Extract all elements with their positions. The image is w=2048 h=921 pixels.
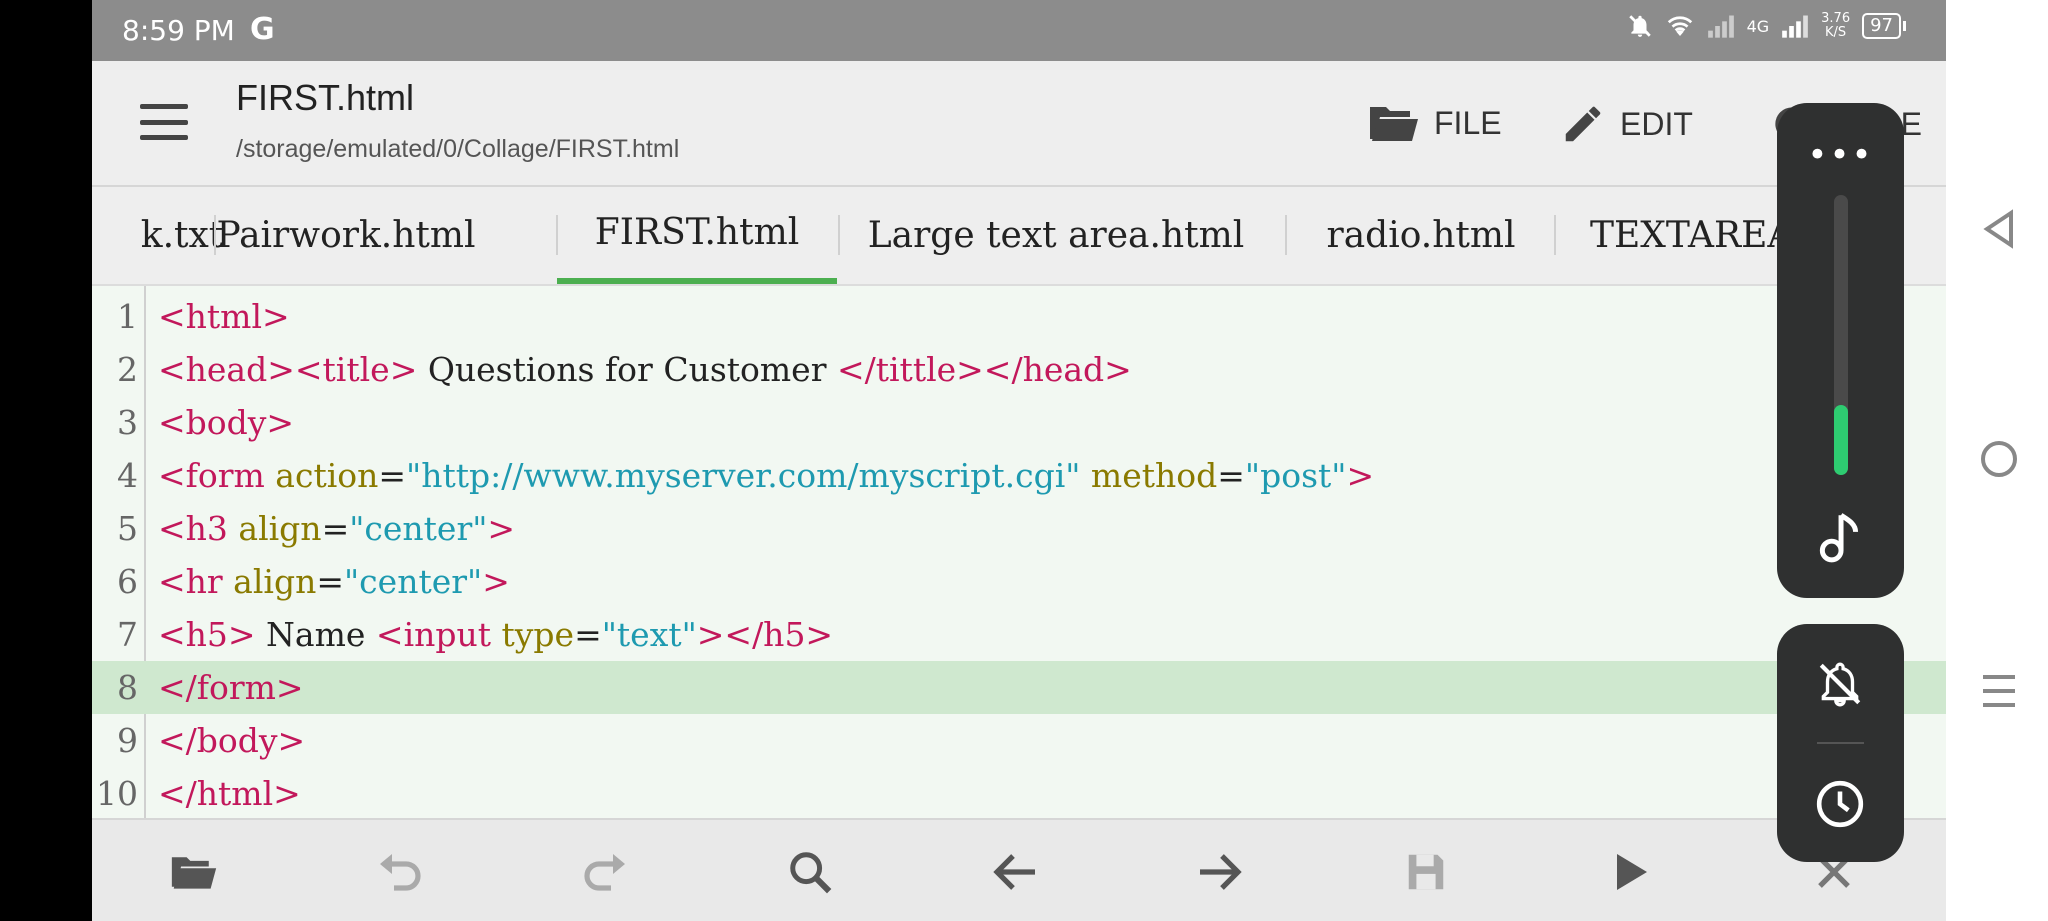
search-icon (790, 852, 832, 894)
battery-tip (1903, 21, 1906, 31)
code-text: </form> (158, 668, 304, 707)
bottom-toolbar (92, 818, 1946, 921)
status-bar: 8:59 PM G 4G 3.76 K/S 97 (92, 0, 1946, 61)
code-text: <form action="http://www.myserver.com/my… (158, 456, 1375, 495)
tab-pairwork-html[interactable]: Pairwork.html (216, 187, 476, 284)
code-text: <head><title> Questions for Customer </t… (158, 350, 1132, 389)
line-number: 7 (117, 615, 138, 654)
music-note-icon[interactable] (1810, 506, 1870, 566)
volume-slider[interactable] (1834, 195, 1848, 475)
arrow-right-icon (1200, 854, 1242, 890)
signal-icon-2 (1782, 15, 1808, 38)
undo-icon (380, 854, 421, 891)
more-options-icon[interactable]: ••• (1777, 135, 1904, 175)
code-text: <hr align="center"> (158, 562, 510, 601)
line-number: 9 (117, 721, 138, 760)
file-path: /storage/emulated/0/Collage/FIRST.html (236, 135, 680, 163)
code-line: 5 <h3 align="center"> (92, 502, 1946, 555)
code-line: 4 <form action="http://www.myserver.com/… (92, 449, 1946, 502)
bell-off-icon (1628, 15, 1651, 37)
code-line: 6 <hr align="center"> (92, 555, 1946, 608)
play-icon (1617, 854, 1647, 890)
battery-indicator: 97 (1862, 13, 1906, 39)
recents-button[interactable] (1976, 668, 2022, 714)
file-tabs: k.txt Pairwork.html FIRST.html Large tex… (92, 187, 1946, 286)
clock-icon (1816, 780, 1864, 828)
code-text: <h5> Name <input type="text"></h5> (158, 615, 834, 654)
tab-radio-html[interactable]: radio.html (1287, 187, 1555, 284)
folder-open-icon (171, 857, 217, 889)
home-button[interactable] (1976, 436, 2022, 482)
home-circle-icon (1981, 441, 2017, 477)
line-number: 1 (117, 297, 138, 336)
google-g-icon: G (250, 12, 275, 47)
line-number: 3 (117, 403, 138, 442)
ring-mute-button[interactable] (1810, 654, 1870, 714)
code-line: 1 <html> (92, 290, 1946, 343)
redo-icon (584, 854, 625, 891)
line-number: 4 (117, 456, 138, 495)
code-line: 3 <body> (92, 396, 1946, 449)
back-triangle-icon (1983, 209, 2013, 249)
back-button[interactable] (1976, 206, 2022, 252)
wifi-icon (1667, 16, 1692, 36)
file-label: FILE (1434, 104, 1502, 141)
folder-open-icon (1370, 107, 1418, 141)
menu-lines-icon (1983, 675, 2015, 707)
open-folder-button[interactable] (164, 842, 224, 902)
system-nav-bar (1946, 0, 2048, 921)
edit-button[interactable]: EDIT (1560, 101, 1693, 147)
status-icons: 4G 3.76 K/S 97 (1627, 12, 1906, 40)
sound-mode-panel (1777, 624, 1904, 862)
status-time: 8:59 PM (122, 14, 235, 47)
line-number: 2 (117, 350, 138, 389)
bell-off-icon (1819, 662, 1861, 707)
tab-large-text-area-html[interactable]: Large text area.html (840, 187, 1272, 284)
run-button[interactable] (1601, 842, 1661, 902)
code-text: </html> (158, 774, 301, 813)
line-number: 8 (117, 668, 138, 707)
edit-label: EDIT (1620, 105, 1693, 142)
signal-icon (1707, 15, 1734, 38)
tab-textarea[interactable]: TEXTAREA (1556, 187, 1806, 284)
undo-button[interactable] (370, 842, 430, 902)
app-screen: 8:59 PM G 4G 3.76 K/S 97 FIRST.html /sto… (92, 0, 1946, 921)
redo-button[interactable] (575, 842, 635, 902)
volume-level (1834, 405, 1848, 475)
code-line-current: 8 </form> (92, 661, 1946, 714)
code-text: </body> (158, 721, 306, 760)
volume-panel: ••• (1777, 103, 1904, 598)
save-icon (1408, 854, 1444, 890)
line-number: 6 (117, 562, 138, 601)
next-button[interactable] (1190, 842, 1250, 902)
page-title: FIRST.html (236, 77, 415, 118)
app-bar: FIRST.html /storage/emulated/0/Collage/F… (92, 61, 1946, 187)
code-line: 10 </html> (92, 767, 1946, 820)
code-line: 2 <head><title> Questions for Customer <… (92, 343, 1946, 396)
code-line: 9 </body> (92, 714, 1946, 767)
code-line: 7 <h5> Name <input type="text"></h5> (92, 608, 1946, 661)
code-editor[interactable]: 1 <html> 2 <head><title> Questions for C… (92, 286, 1946, 818)
music-note-icon (1819, 513, 1859, 563)
pencil-icon (1565, 106, 1601, 142)
code-text: <body> (158, 403, 295, 442)
hamburger-menu-icon[interactable] (140, 104, 188, 140)
save-button[interactable] (1396, 842, 1456, 902)
file-button[interactable]: FILE (1368, 101, 1502, 145)
timer-button[interactable] (1810, 774, 1870, 834)
search-button[interactable] (780, 842, 840, 902)
code-text: <html> (158, 297, 290, 336)
network-speed: 3.76 K/S (1821, 11, 1851, 40)
code-text: <h3 align="center"> (158, 509, 516, 548)
panel-divider (1817, 742, 1864, 744)
left-bezel (0, 0, 92, 921)
battery-level: 97 (1862, 13, 1901, 39)
arrow-left-icon (993, 854, 1035, 890)
network-type: 4G (1746, 16, 1770, 36)
line-number: 5 (117, 509, 138, 548)
previous-button[interactable] (985, 842, 1045, 902)
tab-first-html[interactable]: FIRST.html (557, 187, 837, 284)
line-number: 10 (96, 774, 138, 813)
